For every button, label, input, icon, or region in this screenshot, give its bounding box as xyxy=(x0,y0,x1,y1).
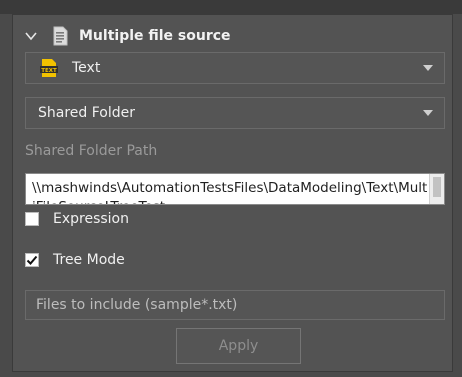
shared-folder-path-field[interactable]: \\mashwinds\AutomationTestsFiles\DataMod… xyxy=(25,173,445,205)
section-title: Multiple file source xyxy=(79,28,231,44)
document-icon xyxy=(49,25,71,47)
expression-option[interactable]: Expression xyxy=(25,211,129,227)
multiple-file-source-panel: Multiple file source TEXT Text Shared Fo… xyxy=(12,14,453,372)
location-type-dropdown[interactable]: Shared Folder xyxy=(25,97,445,129)
svg-text:TEXT: TEXT xyxy=(41,68,57,74)
shared-folder-path-label: Shared Folder Path xyxy=(25,143,158,159)
shared-folder-path-value: \\mashwinds\AutomationTestsFiles\DataMod… xyxy=(32,180,428,204)
dropdown-caret-icon xyxy=(422,107,434,119)
apply-button[interactable]: Apply xyxy=(176,328,301,364)
scrollbar-thumb[interactable] xyxy=(433,177,441,197)
expression-checkbox[interactable] xyxy=(25,212,39,226)
text-file-icon: TEXT xyxy=(38,57,60,79)
source-type-value: Text xyxy=(72,60,101,76)
section-header[interactable]: Multiple file source xyxy=(21,23,231,49)
tree-mode-checkbox[interactable] xyxy=(25,253,39,267)
source-type-dropdown[interactable]: TEXT Text xyxy=(25,52,445,84)
path-scrollbar[interactable] xyxy=(429,174,444,204)
files-to-include-input[interactable] xyxy=(25,290,445,320)
checkmark-icon xyxy=(26,255,38,265)
dropdown-caret-icon xyxy=(422,62,434,74)
top-strip xyxy=(0,0,462,14)
tree-mode-option[interactable]: Tree Mode xyxy=(25,252,125,268)
expression-label: Expression xyxy=(53,211,129,227)
chevron-down-icon[interactable] xyxy=(21,26,41,46)
tree-mode-label: Tree Mode xyxy=(53,252,125,268)
location-type-value: Shared Folder xyxy=(38,105,136,121)
